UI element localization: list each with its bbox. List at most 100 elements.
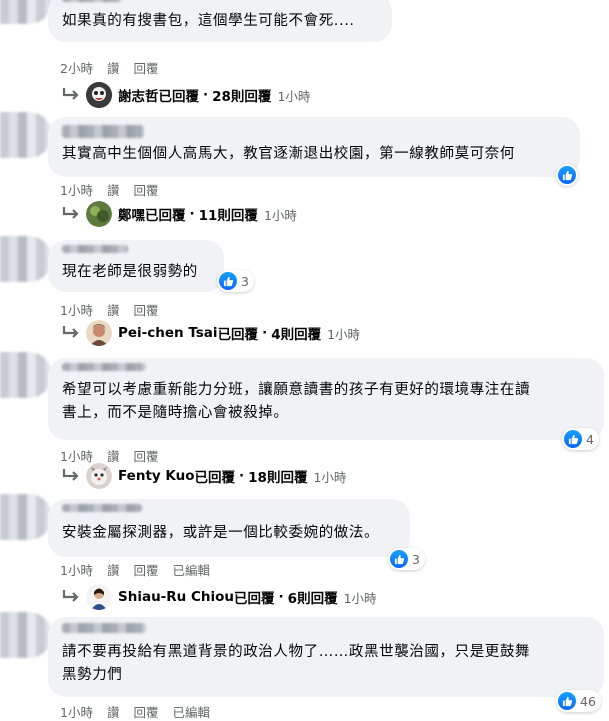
avatar — [86, 320, 112, 346]
like-badge[interactable]: 4 — [562, 428, 599, 450]
comment-actions: 1小時 讚 回覆 — [60, 300, 158, 319]
like-count: 46 — [580, 693, 596, 709]
reply-count: 6則回覆 — [287, 591, 338, 607]
avatar[interactable] — [0, 0, 52, 24]
avatar — [86, 584, 112, 610]
replied-label: 已回覆 — [145, 208, 186, 224]
comment-time[interactable]: 1小時 — [60, 300, 93, 319]
comment-bubble: 安裝金屬探測器，或許是一個比較委婉的做法。 — [48, 499, 410, 557]
commenter-name[interactable] — [62, 363, 146, 371]
replied-label: 已回覆 — [158, 89, 200, 105]
reply-count: 28則回覆 — [212, 89, 272, 105]
reply-arrow-icon — [62, 326, 79, 338]
reply-arrow-icon — [62, 88, 79, 100]
replies-link[interactable]: Fenty Kuo 已回覆 · 18則回覆 1小時 — [60, 463, 346, 489]
reply-dot: · — [203, 87, 209, 103]
like-badge[interactable] — [556, 164, 578, 186]
comment-text-line: 請不要再投給有黑道背景的政治人物了……政黑世襲治國，只是更鼓舞 — [62, 644, 531, 660]
comment-text: 安裝金屬探測器，或許是一個比較委婉的做法。 — [62, 525, 380, 541]
reply-button[interactable]: 回覆 — [133, 702, 158, 721]
avatar — [86, 201, 112, 227]
replier-name: 謝志哲 — [118, 89, 159, 105]
reply-dot: · — [262, 325, 268, 341]
replier-name: Fenty Kuo — [118, 468, 195, 484]
like-badge[interactable]: 46 — [556, 690, 601, 712]
commenter-name[interactable] — [62, 504, 142, 512]
replied-label: 已回覆 — [234, 591, 275, 607]
like-badge[interactable]: 3 — [217, 270, 254, 292]
avatar[interactable] — [0, 112, 52, 158]
reply-count: 11則回覆 — [198, 208, 258, 224]
comment-bubble: 如果真的有搜書包，這個學生可能不會死.... — [48, 0, 392, 42]
like-badge[interactable]: 3 — [388, 548, 425, 570]
reply-button[interactable]: 回覆 — [133, 560, 158, 579]
replies-link[interactable]: Shiau-Ru Chiou 已回覆 · 6則回覆 1小時 — [60, 584, 377, 610]
thumbs-up-icon — [558, 692, 576, 710]
replier-name: Pei-chen Tsai — [118, 325, 218, 341]
reply-arrow-icon — [62, 590, 79, 602]
replied-label: 已回覆 — [217, 327, 259, 343]
comment-bubble: 現在老師是很弱勢的 — [48, 240, 224, 292]
comment-text-line: 書上，而不是隨時擔心會被殺掉。 — [62, 405, 289, 421]
replier-name: 鄭嘿 — [118, 208, 145, 224]
comment-text-line: 黑勢力們 — [62, 667, 123, 683]
reply-time: 1小時 — [327, 326, 361, 342]
comment-time[interactable]: 1小時 — [60, 560, 93, 579]
reply-button[interactable]: 回覆 — [133, 58, 158, 77]
reply-dot: · — [189, 206, 195, 222]
replied-label: 已回覆 — [194, 470, 236, 486]
comment-bubble: 其實高中生個個人高馬大，教官逐漸退出校園，第一線教師莫可奈何 — [48, 117, 580, 177]
thumbs-up-icon — [558, 166, 576, 184]
replies-link[interactable]: Pei-chen Tsai 已回覆 · 4則回覆 1小時 — [60, 320, 360, 346]
avatar[interactable] — [0, 236, 52, 282]
reply-time: 1小時 — [263, 207, 297, 223]
comment-bubble: 希望可以考慮重新能力分班，讓願意讀書的孩子有更好的環境專注在讀 書上，而不是隨時… — [48, 358, 604, 440]
comment-actions: 1小時 讚 回覆 已編輯 — [60, 702, 210, 721]
replier-name: Shiau-Ru Chiou — [118, 589, 235, 605]
avatar[interactable] — [0, 352, 52, 398]
thumbs-up-icon — [219, 272, 237, 290]
avatar — [86, 463, 112, 489]
reply-count: 18則回覆 — [248, 470, 308, 486]
reply-dot: · — [278, 589, 284, 605]
like-count: 3 — [241, 273, 249, 289]
like-button[interactable]: 讚 — [107, 58, 120, 77]
reply-time: 1小時 — [343, 590, 377, 606]
avatar — [86, 82, 112, 108]
reply-arrow-icon — [62, 207, 79, 219]
comment-time[interactable]: 1小時 — [60, 702, 93, 721]
commenter-name[interactable] — [62, 0, 122, 2]
comment-actions: 1小時 讚 回覆 已編輯 — [60, 560, 210, 579]
reply-arrow-icon — [62, 469, 79, 481]
comment-text-line: 希望可以考慮重新能力分班，讓願意讀書的孩子有更好的環境專注在讀 — [62, 382, 531, 398]
like-button[interactable]: 讚 — [107, 702, 120, 721]
avatar[interactable] — [0, 612, 52, 658]
reply-time: 1小時 — [277, 88, 311, 104]
like-button[interactable]: 讚 — [107, 300, 120, 319]
comment-text: 其實高中生個個人高馬大，教官逐漸退出校園，第一線教師莫可奈何 — [62, 146, 515, 162]
comment-time[interactable]: 1小時 — [60, 180, 93, 199]
reply-time: 1小時 — [313, 469, 347, 485]
comment-actions: 1小時 讚 回覆 — [60, 180, 158, 199]
reply-button[interactable]: 回覆 — [133, 300, 158, 319]
reply-count: 4則回覆 — [271, 327, 322, 343]
comment-text: 現在老師是很弱勢的 — [62, 264, 198, 280]
replies-link[interactable]: 謝志哲 已回覆 · 28則回覆 1小時 — [60, 82, 310, 108]
thumbs-up-icon — [390, 550, 408, 568]
replies-link[interactable]: 鄭嘿 已回覆 · 11則回覆 1小時 — [60, 201, 297, 227]
commenter-name[interactable] — [62, 245, 128, 253]
thumbs-up-icon — [564, 430, 582, 448]
comment-bubble: 請不要再投給有黑道背景的政治人物了……政黑世襲治國，只是更鼓舞 黑勢力們 — [48, 617, 604, 697]
edited-label[interactable]: 已編輯 — [172, 560, 210, 579]
avatar[interactable] — [0, 494, 52, 540]
reply-button[interactable]: 回覆 — [133, 180, 158, 199]
comment-time[interactable]: 2小時 — [60, 58, 93, 77]
like-count: 4 — [586, 431, 594, 447]
commenter-name[interactable] — [62, 125, 144, 138]
like-button[interactable]: 讚 — [107, 180, 120, 199]
comment-text: 如果真的有搜書包，這個學生可能不會死.... — [62, 13, 355, 29]
edited-label[interactable]: 已編輯 — [172, 702, 210, 721]
comment-actions: 2小時 讚 回覆 — [60, 58, 158, 77]
commenter-name[interactable] — [62, 623, 146, 633]
like-button[interactable]: 讚 — [107, 560, 120, 579]
